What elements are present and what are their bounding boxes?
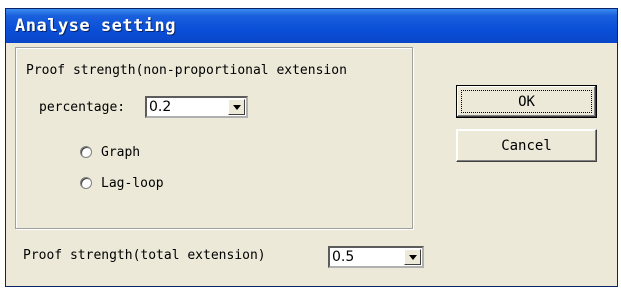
percentage-value: 0.2 (149, 99, 172, 115)
cancel-button-label: Cancel (501, 138, 552, 154)
window-title: Analyse setting (15, 16, 177, 36)
radio-lag-loop-label: Lag-loop (101, 176, 164, 191)
total-extension-label: Proof strength(total extension) (23, 248, 266, 263)
chevron-down-icon[interactable] (228, 99, 245, 115)
percentage-select[interactable]: 0.2 (145, 96, 248, 118)
ok-button-label: OK (518, 94, 535, 110)
total-extension-select[interactable]: 0.5 (328, 246, 424, 268)
cancel-button[interactable]: Cancel (456, 129, 597, 162)
ok-button[interactable]: OK (456, 85, 597, 118)
total-extension-value: 0.5 (332, 249, 355, 265)
percentage-label: percentage: (39, 100, 126, 115)
radio-graph[interactable] (80, 146, 92, 158)
radio-graph-label: Graph (101, 145, 141, 160)
chevron-down-icon[interactable] (404, 249, 421, 265)
title-bar[interactable]: Analyse setting (6, 9, 617, 43)
group-legend: Proof strength(non-proportional extensio… (25, 63, 348, 78)
radio-lag-loop[interactable] (80, 177, 92, 189)
